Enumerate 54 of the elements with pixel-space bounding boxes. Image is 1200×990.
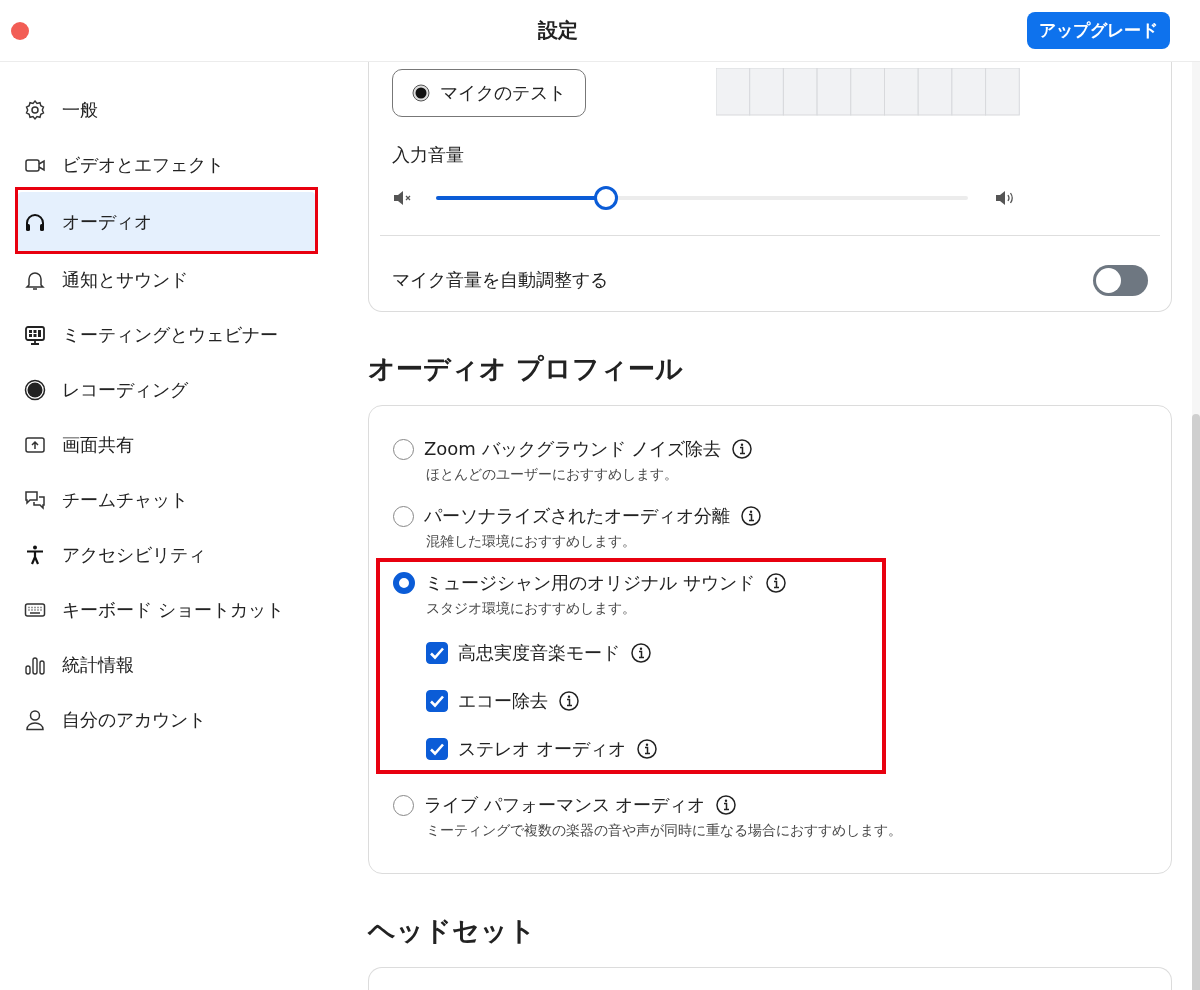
info-icon[interactable] [635,738,658,760]
info-icon[interactable] [715,794,738,816]
monitor-grid-icon [24,323,46,346]
option-label: ライブ パフォーマンス オーディオ [424,793,706,817]
mic-test-button[interactable]: マイクのテスト [392,69,586,117]
info-icon[interactable] [731,438,754,460]
option-label: Zoom バックグラウンド ノイズ除去 [424,437,722,461]
option-label: エコー除去 [458,689,548,713]
record-icon [412,84,430,102]
option-label: 高忠実度音楽モード [458,641,620,665]
option-label: ステレオ オーディオ [458,737,626,761]
person-icon [24,708,46,731]
section-heading: ヘッドセット [368,914,537,948]
option-description: スタジオ環境におすすめします。 [426,599,637,618]
option-label: パーソナライズされたオーディオ分離 [424,504,730,528]
info-icon[interactable] [740,505,762,527]
scrollbar-thumb[interactable] [1192,414,1200,990]
info-icon[interactable] [764,572,787,594]
gear-icon [24,98,46,121]
sidebar-item[interactable]: 通知とサウンド [18,252,315,307]
sidebar-item[interactable]: オーディオ [18,192,315,252]
sidebar-item[interactable]: ミーティングとウェビナー [18,307,315,362]
section-heading: オーディオ プロフィール [368,352,685,386]
record-icon [24,378,46,401]
sidebar-item[interactable]: キーボード ショートカット [18,582,315,637]
checkbox[interactable] [426,738,448,760]
sidebar-item[interactable]: 一般 [18,82,315,137]
checkbox[interactable] [426,642,448,664]
sidebar-item[interactable]: 統計情報 [18,637,315,692]
checkbox[interactable] [426,690,448,712]
option-description: 混雑した環境におすすめします。 [426,532,637,551]
sidebar-item[interactable]: レコーディング [18,362,315,417]
input-volume-label: 入力音量 [392,143,465,167]
window-title: 設定 [537,17,579,44]
sidebar-item[interactable]: チームチャット [18,472,315,527]
auto-adjust-label: マイク音量を自動調整する [392,268,608,292]
option-description: ほとんどのユーザーにおすすめします。 [426,465,679,484]
speaker-icon [994,189,1016,207]
sidebar-item[interactable]: ビデオとエフェクト [18,137,315,192]
sidebar-item[interactable]: 自分のアカウント [18,692,315,747]
option-label: ミュージシャン用のオリジナル サウンド [425,571,755,595]
chat-bubbles-icon [24,488,46,511]
window-close-button[interactable] [11,21,29,40]
info-icon[interactable] [630,642,652,664]
option-description: ミーティングで複数の楽器の音や声が同時に重なる場合におすすめします。 [426,821,903,840]
slider-handle[interactable] [594,186,619,210]
sidebar-item[interactable]: 画面共有 [18,417,315,472]
radio-button[interactable] [393,572,415,594]
headphones-icon [24,211,46,233]
info-icon[interactable] [558,690,580,712]
sidebar-item[interactable]: アクセシビリティ [18,527,315,582]
toggle-switch[interactable] [1093,264,1148,296]
upgrade-button[interactable]: アップグレード [1027,12,1170,49]
accessibility-icon [24,543,46,566]
